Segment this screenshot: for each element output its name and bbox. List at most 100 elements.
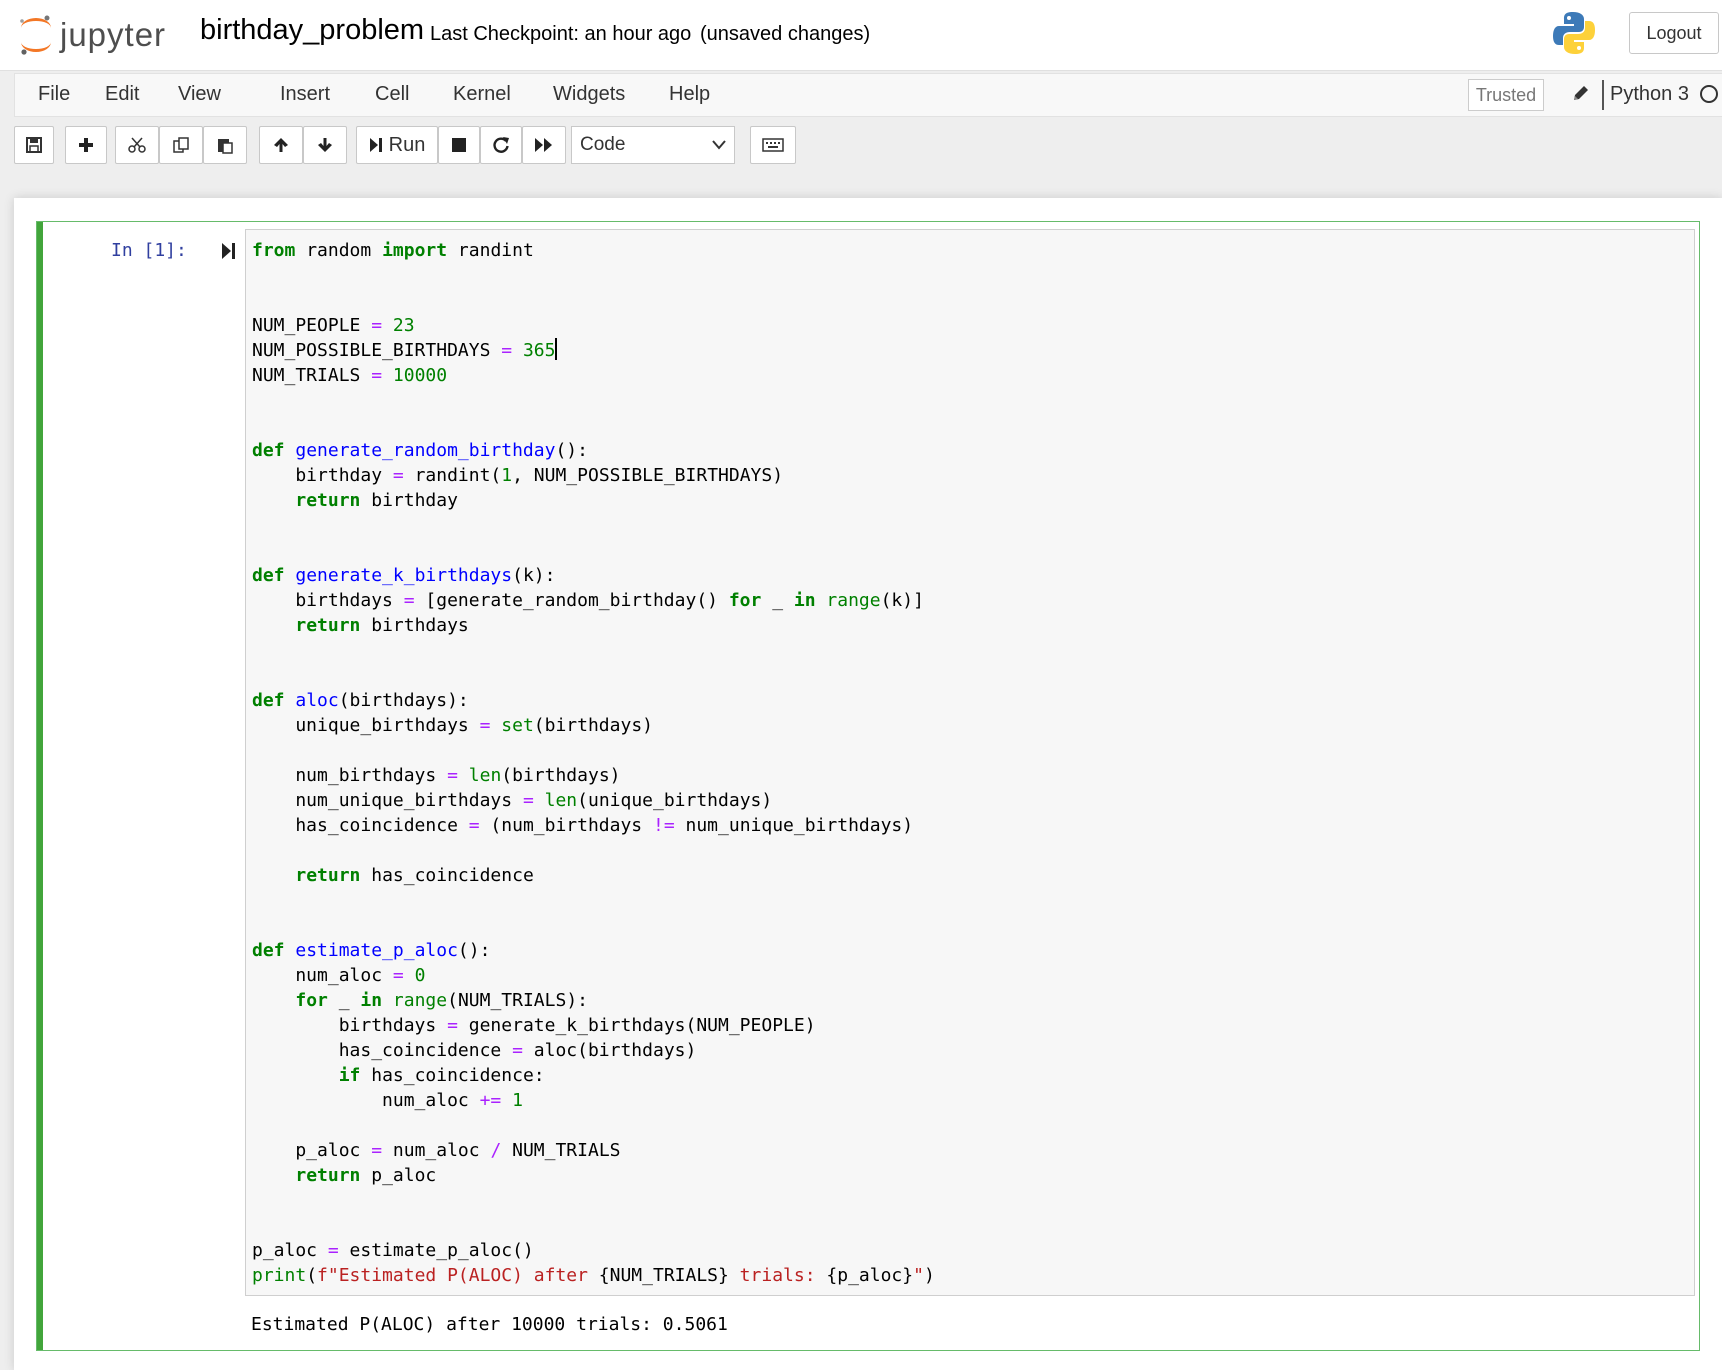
code-line[interactable] (252, 1188, 1694, 1213)
interrupt-button[interactable] (438, 126, 480, 164)
code-line[interactable] (252, 663, 1694, 688)
code-line[interactable]: return has_coincidence (252, 863, 1694, 888)
code-line[interactable]: if has_coincidence: (252, 1063, 1694, 1088)
code-line[interactable]: from random import randint (252, 238, 1694, 263)
paste-button[interactable] (203, 126, 247, 164)
fast-forward-icon (535, 138, 552, 152)
code-line[interactable]: def generate_k_birthdays(k): (252, 563, 1694, 588)
notebook-name[interactable]: birthday_problem (200, 14, 424, 47)
menu-help[interactable]: Help (669, 83, 710, 106)
keyboard-icon (762, 138, 784, 152)
code-line[interactable]: p_aloc = estimate_p_aloc() (252, 1238, 1694, 1263)
code-line[interactable]: def aloc(birthdays): (252, 688, 1694, 713)
code-line[interactable]: NUM_TRIALS = 10000 (252, 363, 1694, 388)
text-cursor (555, 338, 558, 360)
menu-insert[interactable]: Insert (280, 83, 330, 106)
header: jupyter birthday_problem Last Checkpoint… (0, 0, 1722, 71)
move-up-button[interactable] (259, 126, 303, 164)
code-line[interactable]: p_aloc = num_aloc / NUM_TRIALS (252, 1138, 1694, 1163)
code-line[interactable]: birthdays = [generate_random_birthday() … (252, 588, 1694, 613)
code-line[interactable]: return birthday (252, 488, 1694, 513)
code-line[interactable] (252, 913, 1694, 938)
cut-icon (128, 137, 146, 153)
code-line[interactable] (252, 288, 1694, 313)
restart-run-all-button[interactable] (522, 126, 566, 164)
notebook-container: In [1]: from random import randint NUM_PE… (14, 198, 1722, 1370)
code-line[interactable]: num_unique_birthdays = len(unique_birthd… (252, 788, 1694, 813)
code-line[interactable]: print(f"Estimated P(ALOC) after {NUM_TRI… (252, 1263, 1694, 1288)
code-line[interactable] (252, 1113, 1694, 1138)
trusted-badge[interactable]: Trusted (1468, 79, 1544, 111)
cell-type-value: Code (580, 134, 626, 155)
logout-button[interactable]: Logout (1629, 12, 1719, 54)
jupyter-logo-icon (20, 15, 51, 55)
code-line[interactable]: num_birthdays = len(birthdays) (252, 763, 1694, 788)
run-button[interactable]: Run (356, 126, 438, 164)
code-line[interactable] (252, 1213, 1694, 1238)
code-line[interactable] (252, 513, 1694, 538)
code-line[interactable]: def generate_random_birthday(): (252, 438, 1694, 463)
plus-icon (79, 138, 93, 152)
code-line[interactable]: return p_aloc (252, 1163, 1694, 1188)
code-line[interactable]: return birthdays (252, 613, 1694, 638)
checkpoint-status: Last Checkpoint: an hour ago (430, 23, 692, 45)
unsaved-indicator: (unsaved changes) (700, 23, 871, 45)
kernel-idle-icon (1700, 85, 1718, 103)
code-line[interactable] (252, 538, 1694, 563)
code-line[interactable]: has_coincidence = aloc(birthdays) (252, 1038, 1694, 1063)
kernel-name[interactable]: Python 3 (1610, 83, 1689, 106)
run-cell-icon[interactable] (221, 242, 237, 260)
menubar: File Edit View Insert Cell Kernel Widget… (14, 73, 1722, 117)
code-line[interactable]: NUM_PEOPLE = 23 (252, 313, 1694, 338)
menu-file[interactable]: File (38, 83, 70, 106)
code-line[interactable]: for _ in range(NUM_TRIALS): (252, 988, 1694, 1013)
menu-cell[interactable]: Cell (375, 83, 409, 106)
input-prompt: In [1]: (111, 240, 187, 261)
insert-cell-button[interactable] (65, 126, 107, 164)
code-line[interactable] (252, 888, 1694, 913)
cell-edit-indicator (37, 222, 43, 1350)
code-line[interactable]: num_aloc += 1 (252, 1088, 1694, 1113)
code-line[interactable] (252, 638, 1694, 663)
code-line[interactable]: num_aloc = 0 (252, 963, 1694, 988)
restart-button[interactable] (480, 126, 522, 164)
jupyter-logo[interactable]: jupyter (16, 12, 186, 56)
move-down-button[interactable] (303, 126, 347, 164)
save-icon (26, 137, 42, 153)
code-line[interactable]: def estimate_p_aloc(): (252, 938, 1694, 963)
menu-kernel[interactable]: Kernel (453, 83, 511, 106)
code-text[interactable]: from random import randint NUM_PEOPLE = 2… (246, 230, 1694, 1288)
code-line[interactable] (252, 838, 1694, 863)
menu-widgets[interactable]: Widgets (553, 83, 625, 106)
cell-type-select[interactable]: Code (571, 126, 735, 164)
code-line[interactable]: unique_birthdays = set(birthdays) (252, 713, 1694, 738)
code-line[interactable] (252, 263, 1694, 288)
menu-edit[interactable]: Edit (105, 83, 139, 106)
code-line[interactable] (252, 738, 1694, 763)
menu-view[interactable]: View (178, 83, 221, 106)
code-editor[interactable]: from random import randint NUM_PEOPLE = 2… (245, 229, 1695, 1296)
pencil-icon[interactable] (1571, 83, 1591, 103)
stop-icon (452, 138, 466, 152)
restart-icon (493, 137, 509, 153)
kernel-divider (1602, 80, 1604, 110)
code-line[interactable]: birthdays = generate_k_birthdays(NUM_PEO… (252, 1013, 1694, 1038)
code-line[interactable]: has_coincidence = (num_birthdays != num_… (252, 813, 1694, 838)
chevron-down-icon (712, 140, 726, 150)
code-line[interactable] (252, 388, 1694, 413)
cell-output: Estimated P(ALOC) after 10000 trials: 0.… (251, 1314, 728, 1335)
code-cell[interactable]: In [1]: from random import randint NUM_PE… (36, 221, 1700, 1351)
paste-icon (218, 139, 233, 154)
python-logo-icon (1553, 12, 1595, 54)
run-label: Run (388, 133, 426, 156)
code-line[interactable] (252, 413, 1694, 438)
copy-icon (173, 137, 189, 153)
cut-button[interactable] (115, 126, 159, 164)
command-palette-button[interactable] (750, 126, 796, 164)
save-button[interactable] (14, 126, 54, 164)
code-line[interactable]: NUM_POSSIBLE_BIRTHDAYS = 365 (252, 338, 1694, 363)
copy-button[interactable] (159, 126, 203, 164)
code-line[interactable]: birthday = randint(1, NUM_POSSIBLE_BIRTH… (252, 463, 1694, 488)
run-icon (369, 138, 382, 152)
arrow-up-icon (274, 138, 288, 152)
